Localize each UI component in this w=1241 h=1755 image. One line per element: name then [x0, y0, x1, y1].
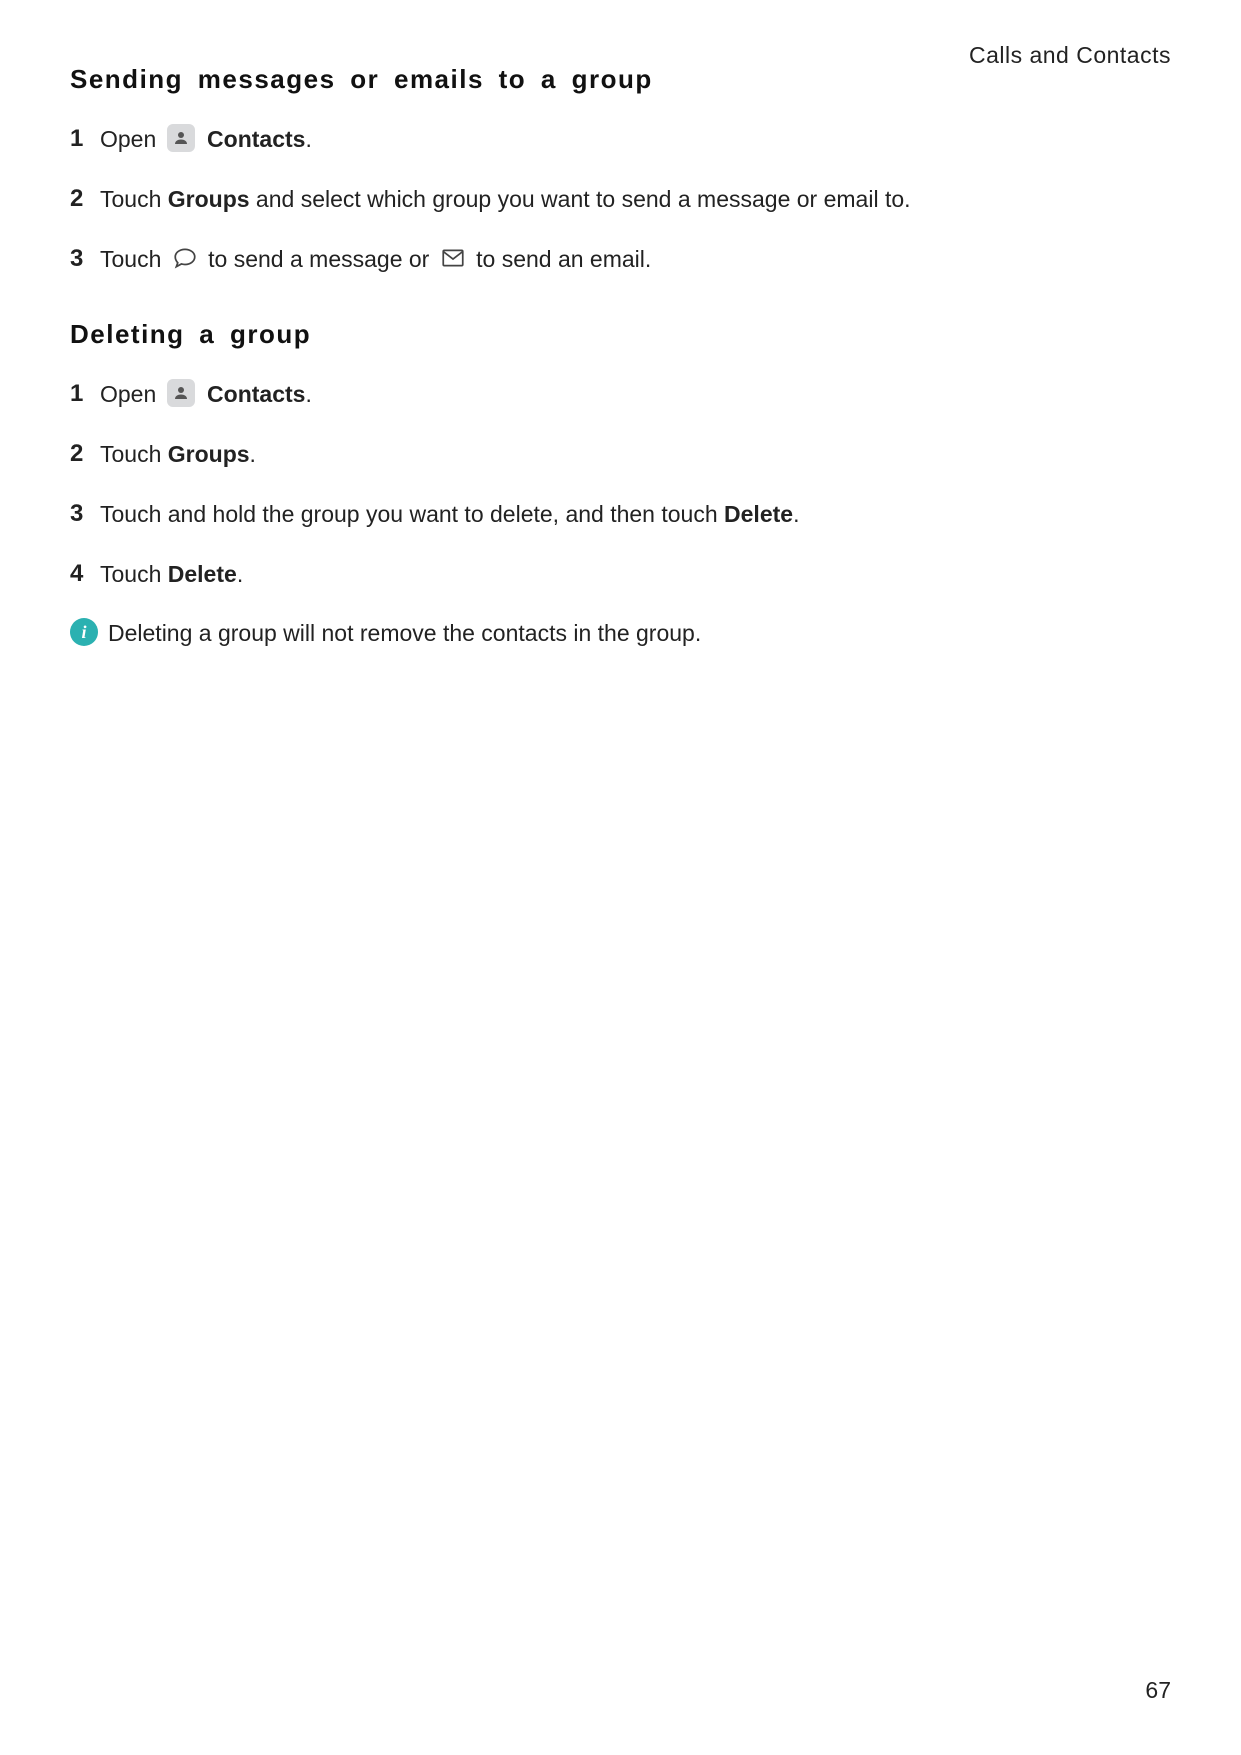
step-number: 1: [70, 376, 92, 412]
content-area: Sending messages or emails to a group 1 …: [70, 0, 1171, 651]
step-text: to send a message or: [208, 246, 436, 272]
step-number: 1: [70, 121, 92, 157]
steps-list-deleting: 1 Open Contacts. 2 Touch Groups.: [70, 376, 1171, 592]
message-bubble-icon: [172, 245, 198, 271]
step-item: 1 Open Contacts.: [70, 376, 1171, 412]
running-header: Calls and Contacts: [969, 38, 1171, 73]
step-number: 3: [70, 241, 92, 277]
step-item: 3 Touch to send a message or: [70, 241, 1171, 277]
step-body: Touch and hold the group you want to del…: [100, 497, 799, 532]
step-item: 1 Open Contacts.: [70, 121, 1171, 157]
step-item: 2 Touch Groups and select which group yo…: [70, 181, 1171, 217]
delete-label: Delete: [724, 501, 793, 527]
envelope-icon: [440, 245, 466, 271]
step-number: 2: [70, 181, 92, 217]
step-body: Open Contacts.: [100, 377, 312, 412]
step-text: Open: [100, 381, 163, 407]
step-item: 3 Touch and hold the group you want to d…: [70, 496, 1171, 532]
step-text: .: [250, 441, 256, 467]
step-text: Touch: [100, 561, 168, 587]
page-number: 67: [1145, 1673, 1171, 1708]
step-body: Open Contacts.: [100, 122, 312, 157]
step-text: to send an email.: [476, 246, 651, 272]
contacts-label: Contacts: [207, 126, 305, 152]
info-note-text: Deleting a group will not remove the con…: [108, 616, 1171, 651]
contacts-label: Contacts: [207, 381, 305, 407]
contacts-app-icon: [167, 379, 195, 407]
contacts-app-icon: [167, 124, 195, 152]
step-number: 2: [70, 436, 92, 472]
step-text: Touch: [100, 441, 168, 467]
page: Calls and Contacts Sending messages or e…: [0, 0, 1241, 1755]
step-text: and select which group you want to send …: [250, 186, 911, 212]
groups-label: Groups: [168, 186, 250, 212]
step-text: .: [237, 561, 243, 587]
info-icon: i: [70, 618, 98, 646]
step-body: Touch to send a message or to send: [100, 242, 651, 277]
step-text: .: [305, 126, 311, 152]
steps-list-sending: 1 Open Contacts. 2 Touch Groups and sele…: [70, 121, 1171, 277]
info-note: i Deleting a group will not remove the c…: [70, 616, 1171, 651]
step-body: Touch Groups.: [100, 437, 256, 472]
step-body: Touch Groups and select which group you …: [100, 182, 911, 217]
step-text: .: [793, 501, 799, 527]
step-text: Touch and hold the group you want to del…: [100, 501, 724, 527]
step-item: 4 Touch Delete.: [70, 556, 1171, 592]
step-number: 3: [70, 496, 92, 532]
step-text: .: [305, 381, 311, 407]
step-text: Touch: [100, 246, 168, 272]
delete-label: Delete: [168, 561, 237, 587]
section-heading-deleting: Deleting a group: [70, 315, 1171, 354]
groups-label: Groups: [168, 441, 250, 467]
step-body: Touch Delete.: [100, 557, 243, 592]
step-number: 4: [70, 556, 92, 592]
step-item: 2 Touch Groups.: [70, 436, 1171, 472]
step-text: Touch: [100, 186, 168, 212]
step-text: Open: [100, 126, 163, 152]
